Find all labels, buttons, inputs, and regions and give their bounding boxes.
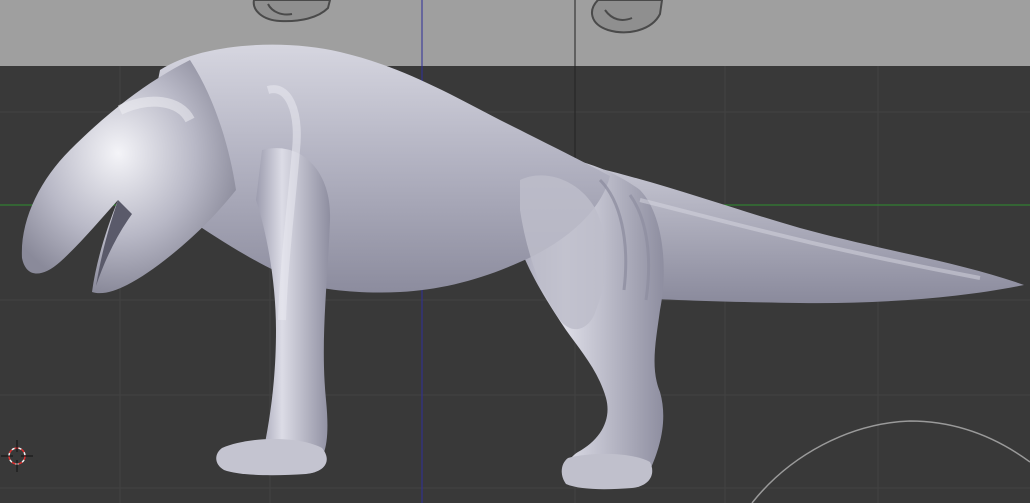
brush-radius-circle-icon bbox=[751, 420, 1030, 503]
sculpt-model-dinosaur[interactable] bbox=[21, 44, 1024, 490]
reference-foot-left bbox=[252, 0, 332, 23]
reference-foot-right bbox=[591, 0, 664, 34]
model-hind-foot bbox=[561, 453, 653, 490]
3d-viewport[interactable] bbox=[0, 0, 1030, 503]
3d-cursor-icon[interactable] bbox=[1, 440, 33, 472]
model-head bbox=[21, 60, 236, 294]
viewport-canvas[interactable] bbox=[0, 0, 1030, 503]
model-front-foot bbox=[216, 439, 327, 476]
